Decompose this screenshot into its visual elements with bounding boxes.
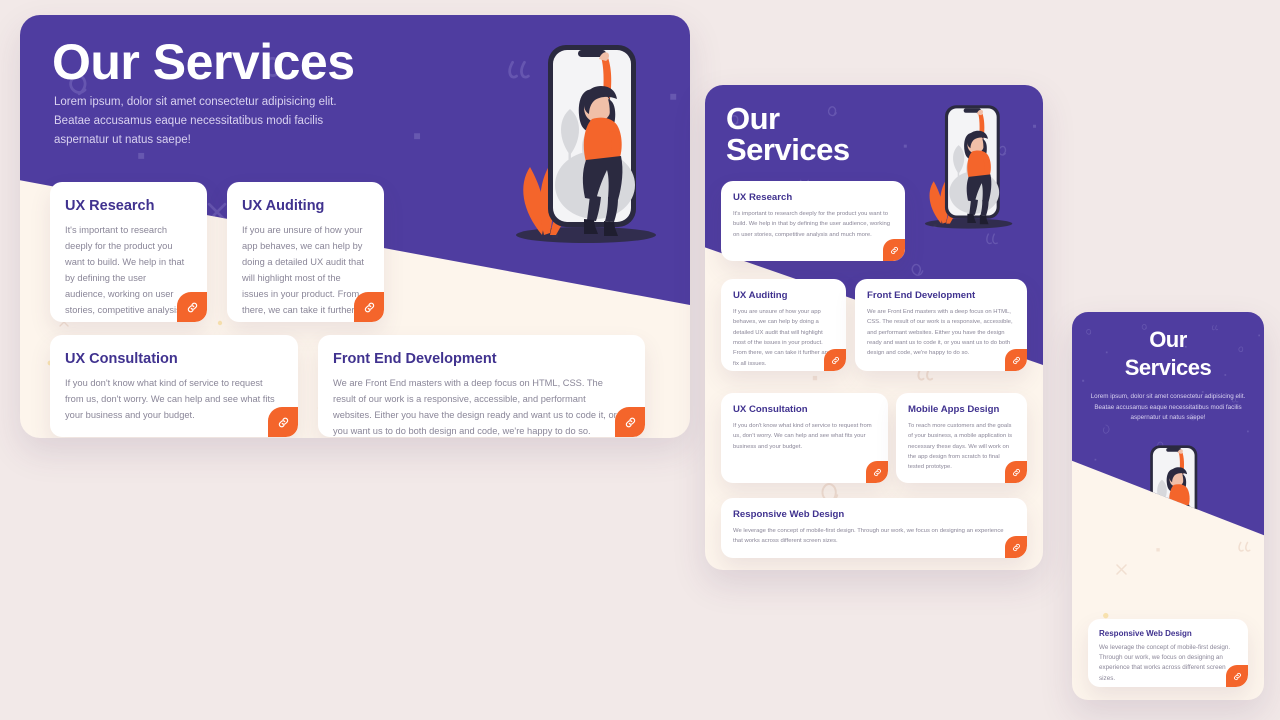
service-card-mobile-apps-design[interactable]: Mobile Apps Design To reach more custome…	[896, 393, 1027, 483]
service-card-title: UX Auditing	[242, 198, 325, 214]
link-icon[interactable]	[1005, 349, 1027, 371]
service-card-title: Front End Development	[867, 290, 976, 301]
service-card-body: If you are unsure of how your app behave…	[733, 309, 832, 367]
service-card-title: Mobile Apps Design	[908, 404, 1000, 415]
page-title-line2: Services	[726, 132, 850, 167]
page-title-line1: Our	[726, 101, 780, 136]
service-card-title: Front End Development	[333, 351, 497, 367]
service-card-title: UX Consultation	[65, 351, 178, 367]
page-title: Our Services	[726, 103, 876, 165]
service-card-body: We leverage the concept of mobile-first …	[1099, 644, 1231, 682]
page-title-line2: Services	[1124, 354, 1212, 380]
service-card-title: Responsive Web Design	[1099, 629, 1192, 638]
hero-section: Our Services Lorem ipsum, dolor sit amet …	[1072, 312, 1264, 555]
service-card-body: It's important to research deeply for th…	[733, 211, 891, 238]
service-card-title: UX Auditing	[733, 290, 788, 301]
service-card-ux-consultation[interactable]: UX Consultation If you don't know what k…	[721, 393, 888, 483]
preview-stage: Our Services Lorem ipsum, dolor sit amet…	[0, 0, 1280, 720]
link-icon[interactable]	[1005, 536, 1027, 558]
service-card-ux-research[interactable]: UX Research It's important to research d…	[721, 181, 905, 261]
service-card-body: We leverage the concept of mobile-first …	[733, 528, 1004, 545]
page-title-line1: Our	[1149, 327, 1187, 352]
woman-with-phone-illustration	[1124, 440, 1216, 555]
service-card-ux-auditing[interactable]: UX Auditing If you are unsure of how you…	[227, 182, 384, 322]
service-card-ux-consultation[interactable]: UX Consultation If you don't know what k…	[50, 335, 298, 437]
service-card-body: We are Front End masters with a deep foc…	[867, 309, 1013, 357]
service-card-ux-research[interactable]: UX Research It's important to research d…	[50, 182, 207, 322]
service-card-body: If you don't know what kind of service t…	[65, 378, 275, 420]
link-icon[interactable]	[824, 349, 846, 371]
link-icon[interactable]	[354, 292, 384, 322]
hero-subtitle: Lorem ipsum, dolor sit amet consectetur …	[54, 96, 337, 146]
page-title: Our Services	[1072, 326, 1264, 381]
link-icon[interactable]	[177, 292, 207, 322]
service-card-title: UX Consultation	[733, 404, 808, 415]
hero-subtitle: Lorem ipsum, dolor sit amet consectetur …	[1090, 393, 1246, 422]
service-card-body: To reach more customers and the goals of…	[908, 423, 1013, 471]
service-card-body: We are Front End masters with a deep foc…	[333, 378, 617, 436]
service-card-body: It's important to research deeply for th…	[65, 225, 185, 322]
mobile-preview[interactable]: Our Services Lorem ipsum, dolor sit amet …	[1072, 312, 1264, 700]
tablet-preview[interactable]: Our Services UX Research It's important t…	[705, 85, 1043, 570]
service-card-responsive-web-design[interactable]: Responsive Web Design We leverage the co…	[721, 498, 1027, 558]
link-icon[interactable]	[268, 407, 298, 437]
service-card-front-end-development[interactable]: Front End Development We are Front End m…	[855, 279, 1027, 371]
service-card-body: If you don't know what kind of service t…	[733, 423, 872, 450]
service-card-title: UX Research	[733, 192, 793, 203]
page-title: Our Services	[52, 34, 355, 90]
woman-with-phone-illustration	[915, 99, 1021, 233]
desktop-preview[interactable]: Our Services Lorem ipsum, dolor sit amet…	[20, 15, 690, 438]
service-card-title: Responsive Web Design	[733, 509, 845, 520]
service-card-ux-auditing[interactable]: UX Auditing If you are unsure of how you…	[721, 279, 846, 371]
service-card-body: If you are unsure of how your app behave…	[242, 225, 364, 322]
link-icon[interactable]	[1226, 665, 1248, 687]
service-card-front-end-development[interactable]: Front End Development We are Front End m…	[318, 335, 645, 437]
service-card-responsive-web-design[interactable]: Responsive Web Design We leverage the co…	[1088, 619, 1248, 687]
link-icon[interactable]	[1005, 461, 1027, 483]
woman-with-phone-illustration	[500, 35, 670, 250]
service-card-title: UX Research	[65, 198, 155, 214]
link-icon[interactable]	[615, 407, 645, 437]
link-icon[interactable]	[866, 461, 888, 483]
